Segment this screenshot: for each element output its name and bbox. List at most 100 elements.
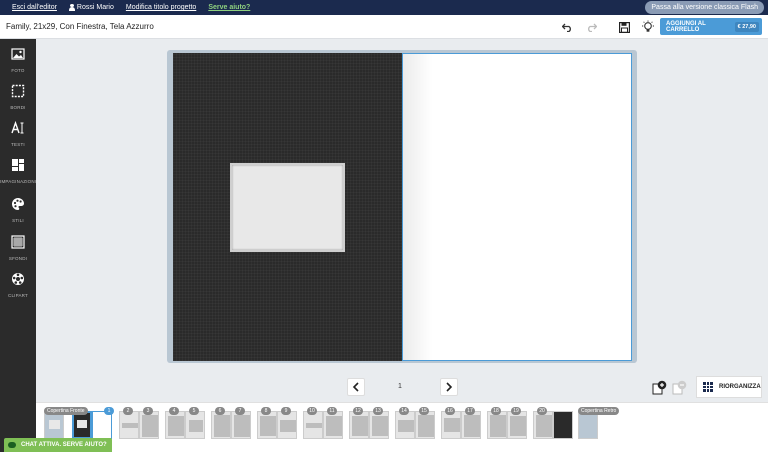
tips-lightbulb-icon[interactable] [640, 19, 656, 35]
sidebar-item-clipart[interactable]: CLIPART [0, 272, 36, 298]
page-badge: 14 [399, 407, 409, 415]
page-thumb [211, 411, 231, 439]
page-right[interactable] [402, 53, 632, 361]
page-badge: 16 [445, 407, 455, 415]
filmstrip-spread[interactable]: 2 3 [119, 407, 159, 439]
user-name: Rossi Mario [76, 4, 114, 11]
grid-icon [703, 382, 713, 392]
text-icon [11, 120, 24, 134]
filmstrip-spread[interactable]: 8 9 [257, 407, 297, 439]
page-thumb [257, 411, 277, 439]
sidebar-item-impaginazioni[interactable]: IMPAGINAZIONI [0, 158, 36, 184]
user-icon [68, 4, 75, 11]
filmstrip-spread[interactable]: 14 15 [395, 407, 435, 439]
clipart-icon [12, 273, 24, 285]
remove-page-icon [672, 380, 686, 394]
sidebar-item-label: TESTI [11, 142, 25, 147]
border-icon [11, 84, 25, 98]
user-menu[interactable]: Rossi Mario [68, 4, 114, 11]
page-thumb [185, 411, 205, 439]
page-badge: 13 [373, 407, 383, 415]
page-badge: 3 [143, 407, 153, 415]
help-link[interactable]: Serve aiuto? [208, 4, 250, 11]
page-badge: 19 [511, 407, 521, 415]
redo-icon[interactable] [583, 19, 599, 35]
exit-editor-link[interactable]: Esci dall'editor [12, 4, 57, 11]
cover-back-caption: Copertina Retro [578, 407, 620, 415]
filmstrip-spread[interactable]: 10 11 [303, 407, 343, 439]
page-badge: 9 [281, 407, 291, 415]
filmstrip-spread[interactable]: 4 5 [165, 407, 205, 439]
page-thumb [303, 411, 323, 439]
flash-version-button[interactable]: Passa alla versione classica Flash [645, 1, 764, 14]
undo-icon[interactable] [559, 19, 575, 35]
image-icon [11, 48, 25, 60]
filmstrip-spread[interactable]: 12 13 [349, 407, 389, 439]
live-chat-button[interactable]: CHAT ATTIVA. SERVE AIUTO? [4, 438, 112, 452]
remove-page-button[interactable] [670, 376, 688, 398]
page-badge: 7 [235, 407, 245, 415]
sidebar-item-label: IMPAGINAZIONI [0, 179, 37, 184]
filmstrip-spread[interactable]: 20 [533, 407, 573, 439]
project-title: Family, 21x29, Con Finestra, Tela Azzurr… [6, 22, 154, 31]
add-to-cart-button[interactable]: AGGIUNGI AL CARRELLO € 27,90 [660, 18, 762, 35]
page-badge: 8 [261, 407, 271, 415]
sidebar-item-bordi[interactable]: BORDI [0, 84, 36, 110]
background-icon [11, 235, 25, 249]
chat-bubble-icon [8, 442, 16, 448]
previous-page-button[interactable] [347, 378, 365, 396]
reorganize-button[interactable]: RIORGANIZZA [696, 376, 762, 398]
page-badge: 4 [169, 407, 179, 415]
page-badge: 11 [327, 407, 337, 415]
add-page-button[interactable] [650, 376, 668, 398]
page-badge: 17 [465, 407, 475, 415]
page-badge: 12 [353, 407, 363, 415]
reorganize-label: RIORGANIZZA [719, 384, 761, 390]
cover-back-inner-thumb [553, 411, 573, 439]
sidebar-item-label: FOTO [11, 68, 25, 73]
sidebar-item-testi[interactable]: TESTI [0, 120, 36, 147]
cover-window-photo-slot[interactable] [230, 163, 345, 252]
add-to-cart-label: AGGIUNGI AL CARRELLO [666, 20, 706, 33]
page-thumb [441, 411, 461, 439]
page-badge: 1 [104, 407, 114, 415]
page-thumb [461, 411, 481, 439]
page-1-thumb [92, 411, 112, 439]
current-page-number: 1 [398, 383, 402, 390]
page-thumb [231, 411, 251, 439]
page-filmstrip: Copertina Fronte 1 2 3 4 5 6 7 8 9 10 11… [36, 402, 768, 452]
sidebar-item-stili[interactable]: STILI [0, 197, 36, 223]
page-badge: 18 [491, 407, 501, 415]
page-tools: RIORGANIZZA [648, 376, 762, 398]
next-page-button[interactable] [440, 378, 458, 396]
sidebar-item-label: CLIPART [8, 293, 28, 298]
page-thumb [533, 411, 553, 439]
page-thumb [119, 411, 139, 439]
page-badge: 20 [537, 407, 547, 415]
page-thumb [277, 411, 297, 439]
filmstrip-spread[interactable]: 18 19 [487, 407, 527, 439]
sidebar-item-label: SFONDI [8, 256, 28, 261]
add-page-icon [652, 380, 666, 394]
cover-front-caption: Copertina Fronte [44, 407, 88, 415]
page-thumb [369, 411, 389, 439]
page-thumb [487, 411, 507, 439]
editor-toolbar: Family, 21x29, Con Finestra, Tela Azzurr… [0, 15, 768, 39]
chat-label: CHAT ATTIVA. SERVE AIUTO? [21, 442, 107, 448]
cover-front-thumb [72, 411, 92, 439]
sidebar-item-sfondi[interactable]: SFONDI [0, 235, 36, 261]
rename-project-link[interactable]: Modifica titolo progetto [126, 4, 196, 11]
page-thumb [165, 411, 185, 439]
page-badge: 10 [307, 407, 317, 415]
filmstrip-spread[interactable]: 16 17 [441, 407, 481, 439]
filmstrip-spread[interactable]: 6 7 [211, 407, 251, 439]
sidebar-item-label: STILI [12, 218, 24, 223]
chevron-left-icon [352, 382, 359, 392]
page-thumb [415, 411, 435, 439]
top-bar: Esci dall'editor Rossi Mario Modifica ti… [0, 0, 768, 15]
sidebar-item-foto[interactable]: FOTO [0, 47, 36, 73]
filmstrip-spread-cover[interactable]: Copertina Fronte 1 [44, 407, 114, 439]
page-thumb [139, 411, 159, 439]
save-icon[interactable] [616, 19, 632, 35]
filmstrip-spread-back-cover[interactable]: Copertina Retro [578, 407, 620, 439]
